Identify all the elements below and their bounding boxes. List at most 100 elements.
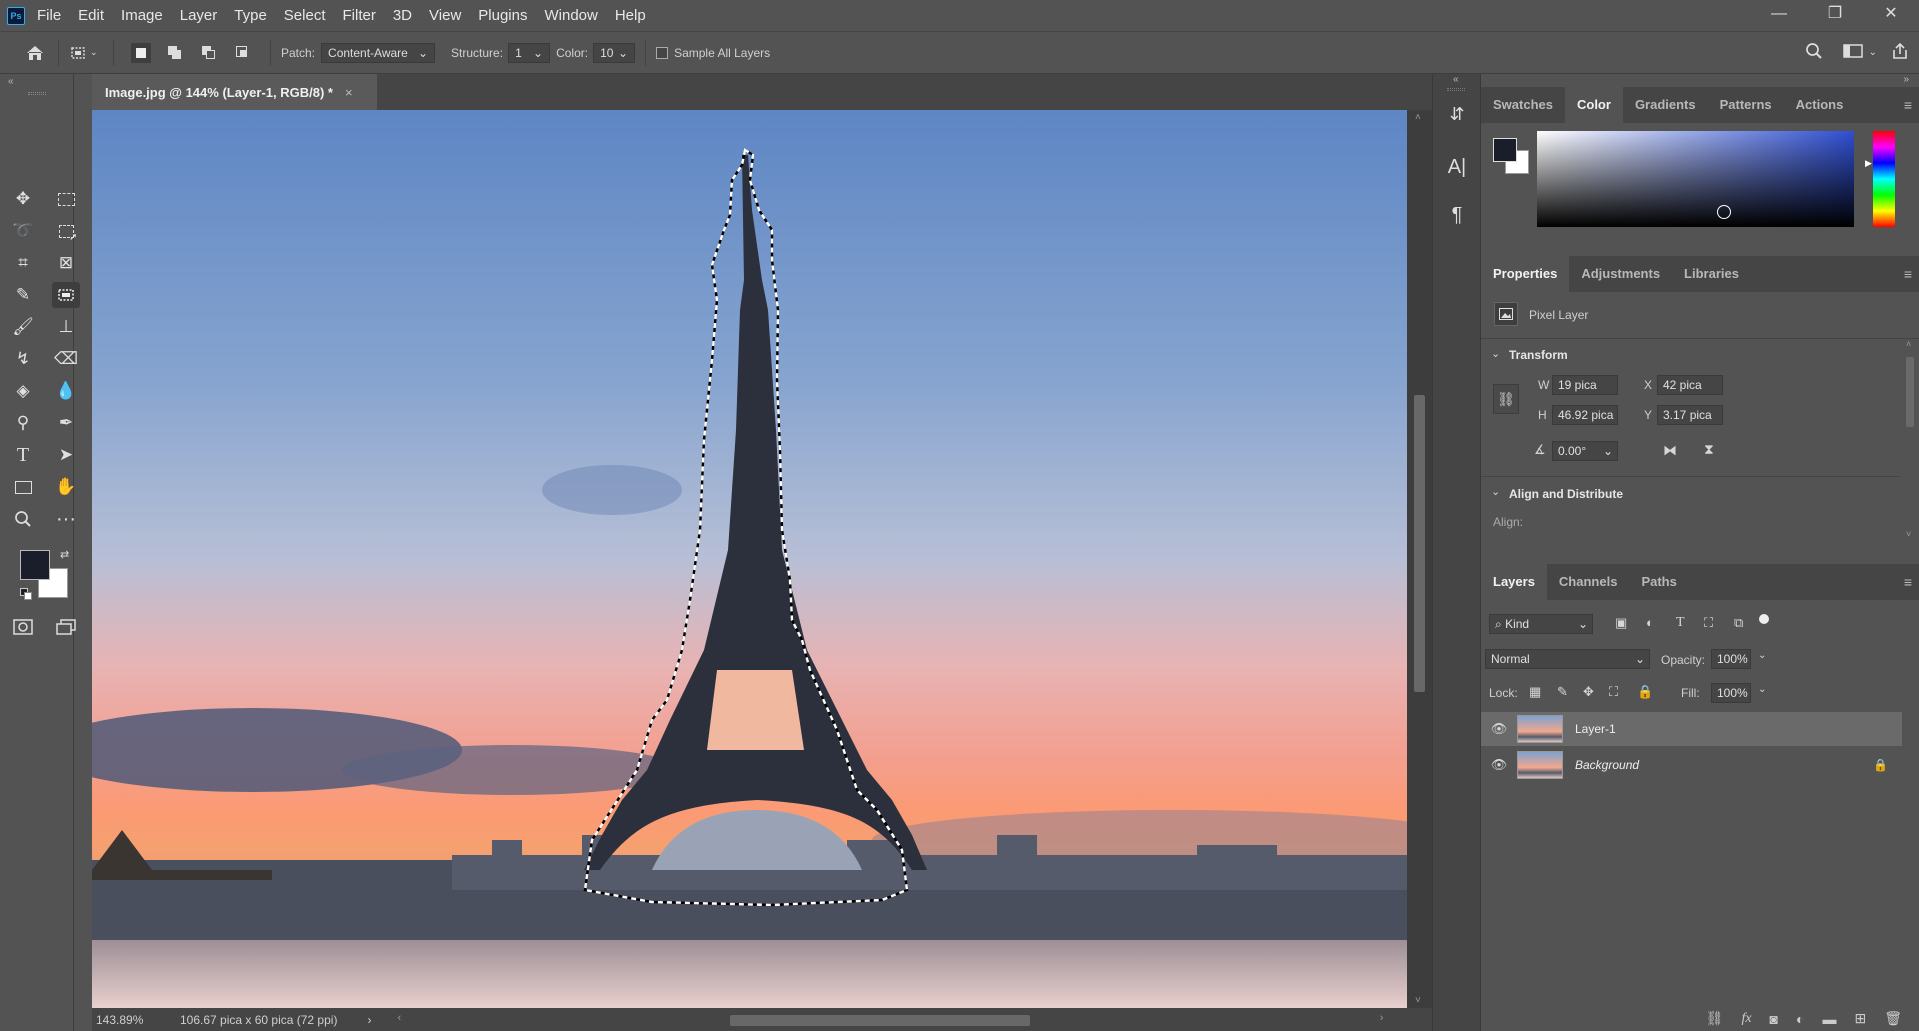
new-group-icon[interactable]: ▬ xyxy=(1822,1011,1836,1027)
tab-actions[interactable]: Actions xyxy=(1784,87,1856,123)
fx-icon[interactable]: fx xyxy=(1741,1011,1751,1027)
move-tool-icon[interactable]: ✥ xyxy=(9,186,37,212)
blur-tool-icon[interactable]: 💧 xyxy=(52,378,80,404)
scroll-down-icon[interactable]: ˅ xyxy=(1415,995,1421,1006)
marquee-tool-icon[interactable] xyxy=(52,186,80,212)
eyedropper-tool-icon[interactable]: ✎ xyxy=(9,282,37,308)
horizontal-scrollbar[interactable]: ‹ › xyxy=(391,1012,1391,1028)
add-to-selection-icon[interactable] xyxy=(165,43,185,63)
paragraph-panel-icon[interactable]: ¶ xyxy=(1445,204,1469,228)
new-selection-icon[interactable] xyxy=(131,42,151,63)
blend-mode-select[interactable]: Normal ⌄ xyxy=(1485,649,1650,669)
menu-3d[interactable]: 3D xyxy=(393,7,412,24)
filter-pixel-icon[interactable]: ▣ xyxy=(1615,615,1627,631)
tab-swatches[interactable]: Swatches xyxy=(1481,87,1565,123)
menu-select[interactable]: Select xyxy=(284,7,326,24)
swap-colors-icon[interactable]: ⇄ xyxy=(60,548,69,561)
vertical-scroll-thumb[interactable] xyxy=(1414,395,1425,692)
lock-image-icon[interactable]: ✎ xyxy=(1557,684,1568,700)
chevron-down-icon[interactable]: ⌄ xyxy=(1869,47,1877,58)
scroll-down-icon[interactable]: ˅ xyxy=(1906,529,1911,539)
path-selection-tool-icon[interactable]: ➤ xyxy=(52,442,80,468)
lock-transparent-icon[interactable]: ▦ xyxy=(1529,684,1541,700)
chevron-down-icon[interactable]: ⌄ xyxy=(1491,485,1500,498)
zoom-level[interactable]: 143.89% xyxy=(92,1013,180,1027)
link-layers-icon[interactable]: ⛓ xyxy=(1706,1010,1724,1027)
menu-help[interactable]: Help xyxy=(615,7,646,24)
search-icon[interactable] xyxy=(1805,42,1823,63)
color-field-picker[interactable] xyxy=(1537,131,1854,227)
filter-smart-object-icon[interactable]: ⧉ xyxy=(1734,615,1743,631)
height-field[interactable]: 46.92 pica xyxy=(1552,405,1618,425)
structure-field[interactable]: 1 ⌄ xyxy=(508,42,551,63)
close-tab-icon[interactable]: × xyxy=(345,85,353,100)
angle-field[interactable]: 0.00° ⌄ xyxy=(1552,441,1618,461)
flip-horizontal-icon[interactable]: ⧓ xyxy=(1663,442,1677,459)
hand-tool-icon[interactable]: ✋ xyxy=(52,474,80,500)
document-canvas[interactable] xyxy=(92,110,1407,1008)
menu-view[interactable]: View xyxy=(429,7,461,24)
filter-shape-icon[interactable]: ⛶ xyxy=(1704,615,1713,631)
tab-adjustments[interactable]: Adjustments xyxy=(1569,256,1672,292)
layer-name[interactable]: Background xyxy=(1575,758,1639,772)
tab-gradients[interactable]: Gradients xyxy=(1623,87,1708,123)
menu-edit[interactable]: Edit xyxy=(78,7,104,24)
tab-patterns[interactable]: Patterns xyxy=(1708,87,1784,123)
chevron-right-icon[interactable]: › xyxy=(367,1013,371,1027)
x-field[interactable]: 42 pica xyxy=(1657,375,1723,395)
close-window-button[interactable]: ✕ xyxy=(1863,0,1919,31)
hue-slider[interactable] xyxy=(1873,131,1895,227)
foreground-color-swatch[interactable] xyxy=(20,550,50,580)
tab-channels[interactable]: Channels xyxy=(1547,564,1630,600)
menu-window[interactable]: Window xyxy=(544,7,597,24)
chevron-down-icon[interactable]: ⌄ xyxy=(1758,650,1766,661)
intersect-selection-icon[interactable] xyxy=(233,43,253,63)
menu-type[interactable]: Type xyxy=(234,7,267,24)
dodge-tool-icon[interactable]: ⚲ xyxy=(9,410,37,436)
opacity-field[interactable]: 100% xyxy=(1711,649,1751,669)
menu-file[interactable]: File xyxy=(37,7,61,24)
hue-slider-marker[interactable]: ▶ xyxy=(1865,158,1872,169)
eye-icon[interactable]: 👁 xyxy=(1481,757,1517,773)
scroll-right-icon[interactable]: › xyxy=(1380,1012,1384,1024)
lock-all-icon[interactable]: 🔒 xyxy=(1637,684,1653,700)
panel-menu-icon[interactable]: ≡ xyxy=(1904,266,1912,282)
menu-plugins[interactable]: Plugins xyxy=(478,7,527,24)
paint-bucket-tool-icon[interactable]: ◈ xyxy=(9,378,37,404)
add-mask-icon[interactable]: ◙ xyxy=(1770,1011,1778,1027)
menu-filter[interactable]: Filter xyxy=(343,7,376,24)
eye-icon[interactable]: 👁 xyxy=(1481,721,1517,737)
filter-toggle-icon[interactable] xyxy=(1759,614,1769,624)
properties-scrollbar[interactable]: ˄ ˅ xyxy=(1903,339,1917,539)
fill-field[interactable]: 100% xyxy=(1711,683,1751,703)
horizontal-scroll-thumb[interactable] xyxy=(730,1014,1031,1026)
collapse-panels-icon[interactable]: » xyxy=(1903,74,1909,85)
patch-tool-icon[interactable] xyxy=(52,282,80,308)
patch-mode-select[interactable]: Content-Aware ⌄ xyxy=(321,42,436,63)
new-layer-icon[interactable]: ⊞ xyxy=(1854,1010,1866,1027)
adjustment-layer-icon[interactable]: ◐ xyxy=(1796,1011,1804,1027)
canvas-vertical-scrollbar[interactable]: ˄ ˅ xyxy=(1407,110,1432,1008)
history-panel-icon[interactable]: ⇵ xyxy=(1445,104,1469,128)
chevron-down-icon[interactable]: ⌄ xyxy=(1491,347,1500,360)
properties-scroll-thumb[interactable] xyxy=(1906,357,1914,427)
brush-tool-icon[interactable]: 🖌 xyxy=(9,314,37,340)
tab-paths[interactable]: Paths xyxy=(1629,564,1688,600)
restore-button[interactable]: ❐ xyxy=(1807,0,1863,31)
quick-mask-icon[interactable] xyxy=(9,614,37,640)
eraser-tool-icon[interactable]: ⌫ xyxy=(52,346,80,372)
tab-layers[interactable]: Layers xyxy=(1481,564,1547,600)
history-brush-tool-icon[interactable]: ↯ xyxy=(9,346,37,372)
tab-color[interactable]: Color xyxy=(1564,87,1623,123)
y-field[interactable]: 3.17 pica xyxy=(1657,405,1723,425)
menu-image[interactable]: Image xyxy=(121,7,163,24)
filter-adjustment-icon[interactable]: ◐ xyxy=(1646,615,1654,630)
lock-position-icon[interactable]: ✥ xyxy=(1583,684,1594,700)
type-tool-icon[interactable]: T xyxy=(9,442,37,468)
character-panel-icon[interactable]: A| xyxy=(1445,156,1469,180)
default-colors-icon[interactable] xyxy=(20,588,32,600)
patch-tool-preset-icon[interactable]: ⌄ xyxy=(69,44,103,62)
document-tab[interactable]: Image.jpg @ 144% (Layer-1, RGB/8) * × xyxy=(92,74,377,110)
link-dimensions-icon[interactable]: ⛓ xyxy=(1493,384,1519,414)
collapse-icons-icon[interactable]: « xyxy=(1453,74,1459,85)
